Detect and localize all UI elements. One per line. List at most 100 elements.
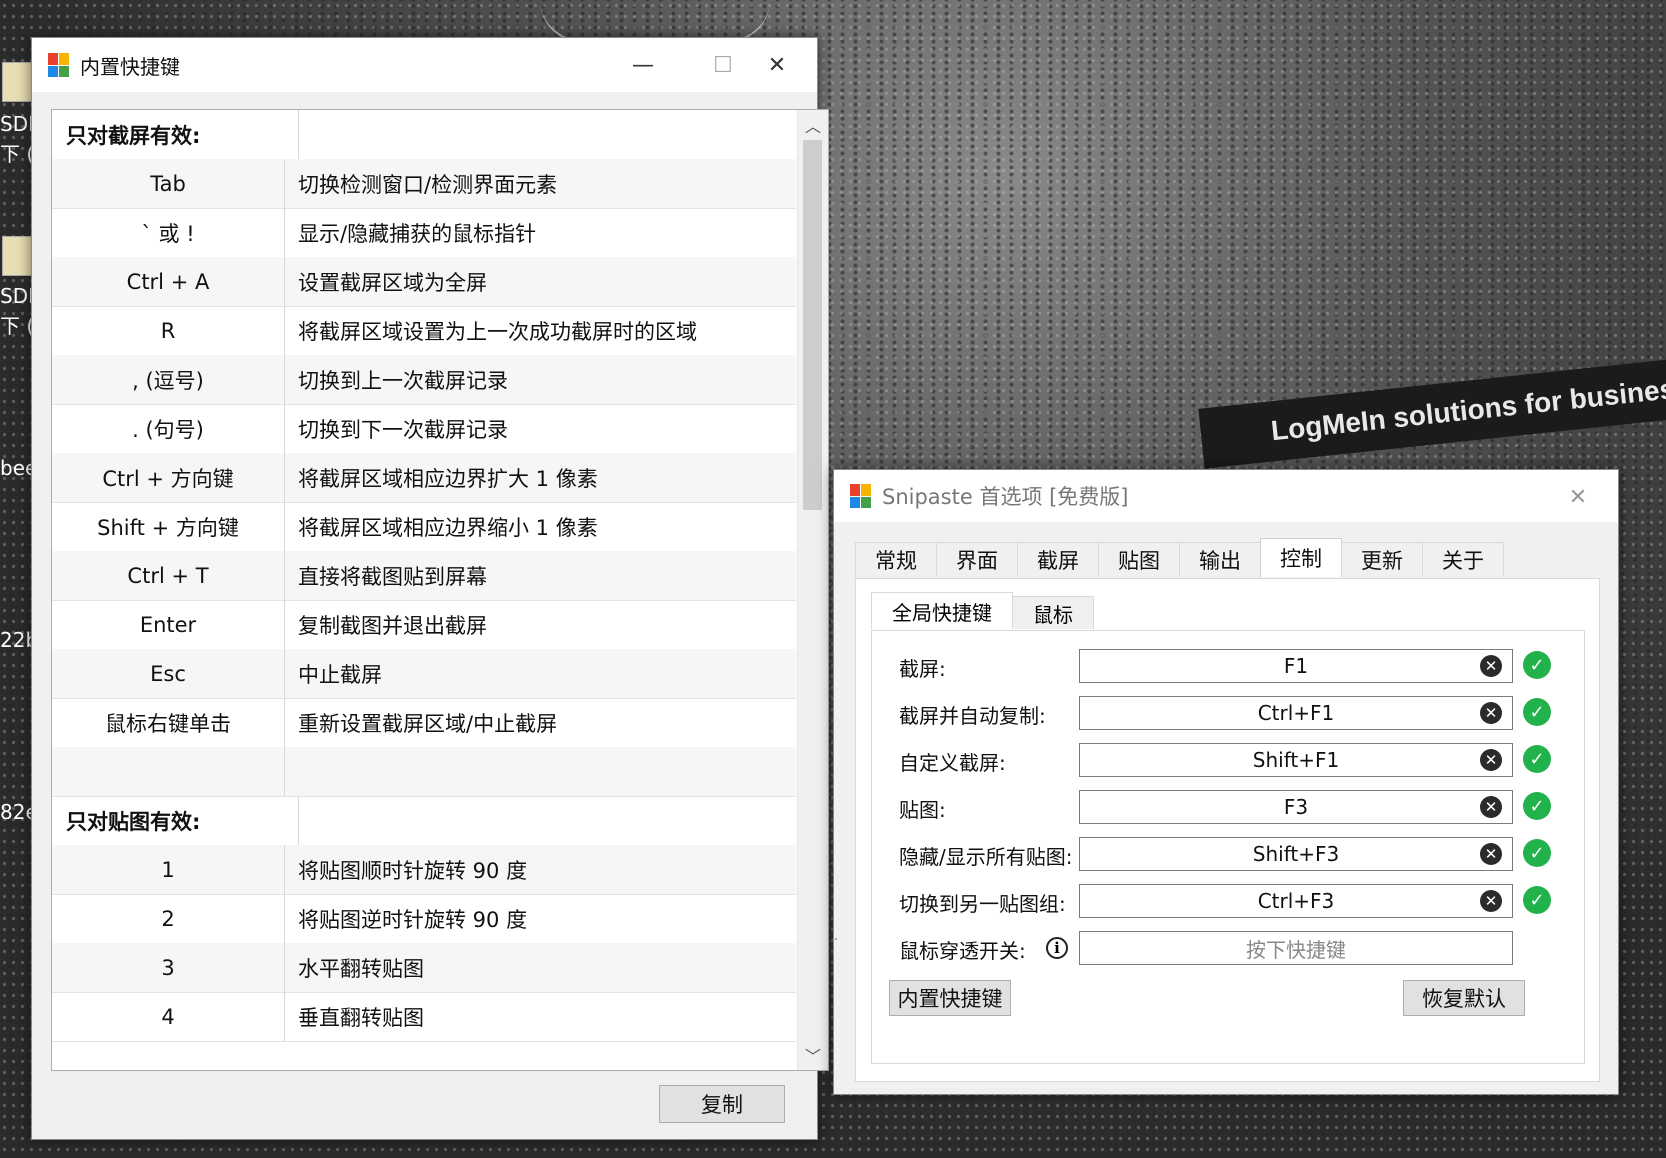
hotkey-placeholder: 按下快捷键 [1246, 937, 1346, 962]
desktop-icon-label[interactable]: 下 (3 [0, 310, 34, 339]
hotkey-input[interactable]: F3 ✕ [1079, 790, 1513, 824]
table-section-header[interactable]: 只对贴图有效: [52, 796, 796, 846]
desktop-icon-label[interactable]: SDN [0, 284, 34, 308]
scroll-down-icon[interactable]: ﹀ [798, 1040, 828, 1070]
table-row[interactable]: 2 将贴图逆时针旋转 90 度 [52, 894, 796, 944]
tab-2[interactable]: 截屏 [1017, 542, 1099, 577]
tab-3[interactable]: 贴图 [1098, 542, 1180, 577]
desktop-file-thumbnail[interactable] [2, 62, 34, 102]
table-row[interactable]: Esc 中止截屏 [52, 649, 796, 699]
check-icon: ✓ [1523, 792, 1551, 820]
snipaste-preferences-window: Snipaste 首选项 [免费版] ✕ 常规 界面 截屏 贴图 输出 控制 更新 关于 全局… [833, 469, 1619, 1095]
table-row[interactable]: Ctrl + A 设置截屏区域为全屏 [52, 257, 796, 307]
desktop-icon-label[interactable]: 22bt [0, 628, 34, 652]
shortcut-key [52, 747, 285, 796]
hotkey-row: 隐藏/显示所有贴图: Shift+F3 ✕ ✓ [872, 837, 1584, 873]
clear-icon[interactable]: ✕ [1480, 655, 1502, 677]
desktop-icon-label[interactable]: SDN [0, 112, 34, 136]
section-title: 只对截屏有效: [52, 110, 299, 159]
check-icon: ✓ [1523, 839, 1551, 867]
desktop-file-thumbnail[interactable] [2, 236, 34, 276]
table-row[interactable]: 3 水平翻转贴图 [52, 943, 796, 993]
desktop-icon-label[interactable]: bee [0, 456, 34, 480]
shortcut-key: Ctrl + T [52, 551, 285, 600]
close-button[interactable]: ✕ [1538, 470, 1618, 524]
clear-icon[interactable]: ✕ [1480, 843, 1502, 865]
tab-7[interactable]: 关于 [1422, 542, 1504, 577]
hotkey-input[interactable]: Shift+F1 ✕ [1079, 743, 1513, 777]
shortcuts-table[interactable]: 只对截屏有效: Tab 切换检测窗口/检测界面元素 ` 或 ! 显示/隐藏捕获的鼠标指针… [51, 109, 829, 1071]
shortcut-description: 中止截屏 [285, 649, 796, 698]
check-icon: ✓ [1523, 698, 1551, 726]
tab-4[interactable]: 输出 [1179, 542, 1261, 577]
check-icon: ✓ [1523, 651, 1551, 679]
builtin-shortcuts-anchor [835, 938, 837, 940]
table-row[interactable]: , (逗号) 切换到上一次截屏记录 [52, 355, 796, 405]
table-row[interactable]: Ctrl + T 直接将截图贴到屏幕 [52, 551, 796, 601]
clear-icon[interactable]: ✕ [1480, 890, 1502, 912]
check-icon: ✓ [1523, 745, 1551, 773]
table-row[interactable]: Enter 复制截图并退出截屏 [52, 600, 796, 650]
hotkey-input[interactable]: F1 ✕ [1079, 649, 1513, 683]
table-row[interactable]: 4 垂直翻转贴图 [52, 992, 796, 1042]
restore-defaults-button[interactable]: 恢复默认 [1403, 980, 1525, 1016]
shortcut-key: 3 [52, 943, 285, 992]
tab-6[interactable]: 更新 [1341, 542, 1423, 577]
table-row[interactable]: Shift + 方向键 将截屏区域相应边界缩小 1 像素 [52, 502, 796, 552]
hotkey-row: 贴图: F3 ✕ ✓ [872, 790, 1584, 826]
hotkey-label: 截屏并自动复制: [899, 703, 1046, 728]
tab-1[interactable]: 界面 [936, 542, 1018, 577]
shortcut-description: 重新设置截屏区域/中止截屏 [298, 711, 558, 736]
control-subtabs: 全局快捷键 鼠标 [871, 592, 1094, 630]
title-bar[interactable]: 内置快捷键 — ☐ ✕ [32, 38, 817, 92]
scroll-up-icon[interactable]: ︿ [798, 110, 828, 140]
builtin-shortcuts-button[interactable]: 内置快捷键 [889, 980, 1011, 1016]
desktop-icon-label[interactable]: 82e [0, 800, 34, 824]
copy-button[interactable]: 复制 [659, 1085, 785, 1123]
subtab-global-hotkeys[interactable]: 全局快捷键 [871, 592, 1013, 629]
table-row[interactable]: Tab 切换检测窗口/检测界面元素 [52, 159, 796, 209]
vertical-scrollbar[interactable]: ︿ ﹀ [797, 110, 828, 1070]
snipaste-logo-icon [850, 484, 872, 508]
control-tab-panel: 全局快捷键 鼠标 截屏: F1 ✕ ✓ 截屏并自动复制: Ctrl+F1 ✕ ✓ 自定义截屏: Sh… [855, 578, 1600, 1082]
hotkey-input[interactable]: 按下快捷键 [1079, 931, 1513, 965]
tab-5[interactable]: 控制 [1260, 538, 1342, 577]
table-row[interactable]: . (句号) 切换到下一次截屏记录 [52, 404, 796, 454]
title-bar[interactable]: Snipaste 首选项 [免费版] ✕ [834, 470, 1618, 522]
hotkey-value: Ctrl+F1 [1257, 701, 1335, 725]
shortcut-description: 将贴图逆时针旋转 90 度 [298, 907, 528, 932]
window-title: Snipaste 首选项 [免费版] [882, 485, 1129, 509]
clear-icon[interactable]: ✕ [1480, 749, 1502, 771]
scrollbar-thumb[interactable] [803, 140, 822, 510]
shortcut-description: 设置截屏区域为全屏 [285, 257, 796, 306]
info-icon[interactable]: i [1046, 937, 1068, 959]
table-section-header[interactable]: 只对截屏有效: [52, 110, 796, 160]
shortcut-description: 将截屏区域设置为上一次成功截屏时的区域 [298, 319, 697, 344]
hotkey-input[interactable]: Ctrl+F3 ✕ [1079, 884, 1513, 918]
table-row[interactable]: Ctrl + 方向键 将截屏区域相应边界扩大 1 像素 [52, 453, 796, 503]
hotkey-input[interactable]: Ctrl+F1 ✕ [1079, 696, 1513, 730]
minimize-button[interactable]: — [603, 38, 683, 92]
tab-0[interactable]: 常规 [855, 542, 937, 577]
table-row[interactable]: ` 或 ! 显示/隐藏捕获的鼠标指针 [52, 208, 796, 258]
table-row[interactable]: 1 将贴图顺时针旋转 90 度 [52, 845, 796, 895]
shortcut-description: 将截屏区域相应边界扩大 1 像素 [285, 453, 796, 502]
shortcut-key: , (逗号) [52, 355, 285, 404]
close-button[interactable]: ✕ [737, 38, 817, 92]
shortcut-key: ` 或 ! [52, 208, 285, 257]
clear-icon[interactable]: ✕ [1480, 796, 1502, 818]
desktop-icon-label[interactable]: 下 (2 [0, 138, 34, 167]
subtab-mouse[interactable]: 鼠标 [1012, 596, 1094, 629]
table-row[interactable] [52, 747, 796, 797]
table-row[interactable]: R 将截屏区域设置为上一次成功截屏时的区域 [52, 306, 796, 356]
hotkey-label: 隐藏/显示所有贴图: [899, 844, 1073, 869]
clear-icon[interactable]: ✕ [1480, 702, 1502, 724]
check-icon: ✓ [1523, 886, 1551, 914]
preference-tabs: 常规 界面 截屏 贴图 输出 控制 更新 关于 [855, 538, 1504, 578]
table-row[interactable]: 鼠标右键单击 重新设置截屏区域/中止截屏 [52, 698, 796, 748]
hotkey-row: 鼠标穿透开关: i 按下快捷键 [872, 931, 1584, 967]
hotkey-input[interactable]: Shift+F3 ✕ [1079, 837, 1513, 871]
hotkey-row: 自定义截屏: Shift+F1 ✕ ✓ [872, 743, 1584, 779]
hotkey-row: 切换到另一贴图组: Ctrl+F3 ✕ ✓ [872, 884, 1584, 920]
shortcut-description: 将贴图顺时针旋转 90 度 [285, 845, 796, 894]
